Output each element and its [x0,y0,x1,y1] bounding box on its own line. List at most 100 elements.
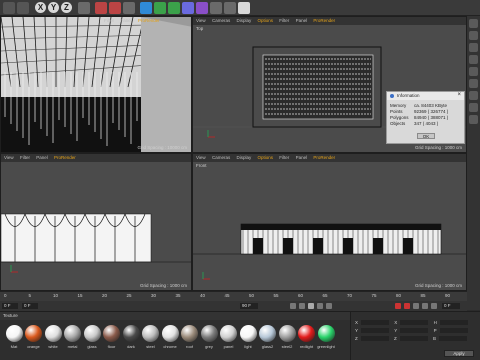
material-swatch[interactable]: grey [199,325,219,353]
texture-mode-icon[interactable] [469,91,478,100]
material-name: glass [87,344,97,349]
material-ball-icon [298,325,315,342]
coord-field[interactable] [400,320,429,326]
material-swatch[interactable]: light [238,325,258,353]
material-swatch[interactable]: floor [102,325,122,353]
coord-field[interactable] [361,320,390,326]
scale-icon[interactable] [469,31,478,40]
timeline-tick-label: 20 [102,293,108,298]
prev-frame-icon[interactable] [299,303,305,309]
scene-icon[interactable] [210,2,222,14]
render-view-icon[interactable] [95,2,107,14]
camera-icon[interactable] [224,2,236,14]
material-manager: Texture Mat orange white metal glass floor dar… [0,311,350,360]
move-icon[interactable] [469,19,478,28]
go-to-start-icon[interactable] [290,303,296,309]
menu-filter[interactable]: Filter [104,18,114,23]
menu-prorender[interactable]: ProRender [138,18,160,23]
end-frame-field[interactable]: 90 F [240,303,258,309]
cube-icon[interactable] [140,2,152,14]
coord-label: Z [394,336,397,341]
timeline-tick-label: 60 [298,293,304,298]
right-viewport[interactable]: View Filter Panel ProRender Grid Spacing… [0,153,192,291]
scale-key-icon[interactable] [431,303,437,309]
timeline-tick-label: 55 [273,293,279,298]
ok-button[interactable]: OK [417,133,435,139]
x-axis-button[interactable]: X [35,2,46,13]
info-value: 347 ( 4043 ) [414,121,439,126]
coord-label: P [433,328,437,333]
material-swatch[interactable]: dark [121,325,141,353]
spline-icon[interactable] [154,2,166,14]
polygons-mode-icon[interactable] [469,79,478,88]
light-icon[interactable] [238,2,250,14]
material-swatch[interactable]: metal [63,325,83,353]
timeline-tick-label: 5 [28,293,32,298]
workplane-icon[interactable] [469,115,478,124]
material-ball-icon [64,325,81,342]
start-frame-field[interactable]: 0 F [22,303,38,309]
coord-field[interactable] [439,328,468,334]
coord-field[interactable] [400,328,429,334]
material-swatch[interactable]: Mat [4,325,24,353]
material-name: light [244,344,252,349]
material-name: Mat [10,344,18,349]
points-mode-icon[interactable] [469,55,478,64]
material-name: floor [107,344,116,349]
deformer-icon[interactable] [196,2,208,14]
coord-row: Z Z B [355,336,468,342]
position-key-icon[interactable] [422,303,428,309]
menu-texture[interactable]: Texture [3,313,18,318]
timeline-tick-label: 0 [4,293,7,298]
coord-field[interactable] [399,336,428,342]
coord-label: H [433,320,437,325]
material-swatch[interactable]: white [43,325,63,353]
timeline-ruler[interactable]: 0 5 10 15 20 25 30 35 40 45 50 55 60 65 70 75 80 85 90 [0,293,467,301]
material-swatch[interactable]: chrome [160,325,180,353]
nurbs-icon[interactable] [168,2,180,14]
material-swatch[interactable]: glass [82,325,102,353]
coord-field[interactable] [439,320,468,326]
front-viewport[interactable]: View Cameras Display Options Filter Pane… [192,153,467,291]
coord-field[interactable] [439,336,468,342]
next-frame-icon[interactable] [317,303,323,309]
perspective-viewport[interactable]: Filter Panel ProRender Grid Spacing : 10… [0,16,192,153]
menu-panel[interactable]: Panel [120,18,132,23]
timeline-tick-label: 30 [151,293,157,298]
perspective-render [1,17,191,152]
playback-controls: 0 F 0 F 90 F 0 F [0,301,467,311]
coord-row: X X H [355,320,468,326]
y-axis-button[interactable]: Y [48,2,59,13]
edges-mode-icon[interactable] [469,67,478,76]
go-to-end-icon[interactable] [326,303,332,309]
apply-button[interactable]: Apply [444,350,474,357]
z-axis-button[interactable]: Z [61,2,72,13]
coord-field[interactable] [361,328,390,334]
material-swatch[interactable]: roof [180,325,200,353]
close-icon[interactable]: × [457,92,461,98]
array-icon[interactable] [182,2,194,14]
autokey-icon[interactable] [404,303,410,309]
timeline: 0 5 10 15 20 25 30 35 40 45 50 55 60 65 70 75 80 85 90 0 F… [0,291,467,311]
material-swatch[interactable]: glass2 [258,325,278,353]
snap-icon[interactable] [469,103,478,112]
coord-field[interactable] [360,336,389,342]
material-swatch[interactable]: greenlight [316,325,336,353]
render-settings-icon[interactable] [123,2,135,14]
keyframe-selection-icon[interactable] [413,303,419,309]
current-frame-field[interactable]: 0 F [2,303,18,309]
play-icon[interactable] [308,303,314,309]
end-display-field[interactable]: 0 F [442,303,460,309]
material-swatch[interactable]: steel2 [277,325,297,353]
material-swatch[interactable]: panel [219,325,239,353]
material-swatch[interactable]: steel [141,325,161,353]
record-icon[interactable] [395,303,401,309]
rotate-icon[interactable] [469,43,478,52]
coordinate-system-icon[interactable] [78,2,90,14]
material-swatch[interactable]: orange [24,325,44,353]
redo-icon[interactable] [17,2,29,14]
render-picture-viewer-icon[interactable] [109,2,121,14]
undo-icon[interactable] [3,2,15,14]
material-swatch[interactable]: redlight [297,325,317,353]
material-ball-icon [5,325,23,342]
